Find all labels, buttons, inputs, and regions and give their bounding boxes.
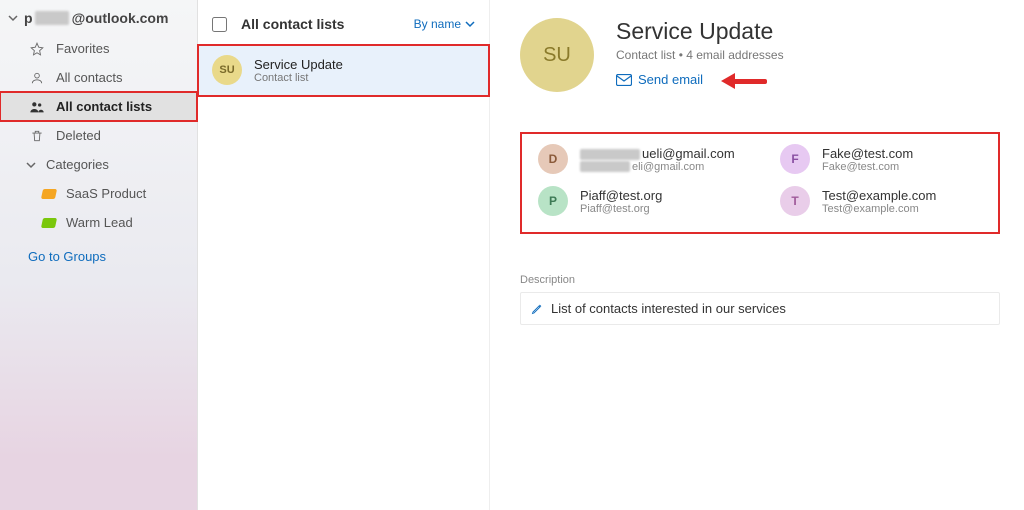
avatar: P — [538, 186, 568, 216]
category-label: SaaS Product — [66, 186, 146, 201]
chevron-down-icon — [22, 160, 40, 170]
deleted-label: Deleted — [56, 128, 101, 143]
category-swatch — [41, 218, 57, 228]
send-email-link[interactable]: Send email — [616, 72, 784, 87]
masked-text — [35, 11, 69, 25]
member-name: Fake@test.com — [822, 146, 913, 161]
members-list: D ueli@gmail.com eli@gmail.com F Fake@te… — [520, 132, 1000, 234]
people-icon — [28, 100, 46, 114]
member-row[interactable]: P Piaff@test.org Piaff@test.org — [538, 186, 740, 216]
list-item-name: Service Update — [254, 57, 343, 72]
avatar: F — [780, 144, 810, 174]
description-text: List of contacts interested in our servi… — [551, 301, 786, 316]
detail-title: Service Update — [616, 18, 784, 45]
member-email: Test@example.com — [822, 203, 936, 215]
category-swatch — [41, 189, 57, 199]
list-item-subtitle: Contact list — [254, 72, 343, 84]
trash-icon — [28, 129, 46, 143]
favorites-label: Favorites — [56, 41, 109, 56]
avatar-large: SU — [520, 18, 594, 92]
sidebar-item-all-contact-lists[interactable]: All contact lists — [0, 92, 197, 121]
all-contact-lists-label: All contact lists — [56, 99, 152, 114]
member-row[interactable]: T Test@example.com Test@example.com — [780, 186, 982, 216]
description-field[interactable]: List of contacts interested in our servi… — [520, 292, 1000, 325]
person-icon — [28, 71, 46, 85]
list-header: All contact lists By name — [198, 12, 489, 45]
category-label: Warm Lead — [66, 215, 133, 230]
member-email: Piaff@test.org — [580, 203, 662, 215]
mail-icon — [616, 74, 632, 86]
account-suffix: @outlook.com — [72, 10, 169, 26]
avatar: T — [780, 186, 810, 216]
member-email: Fake@test.com — [822, 161, 913, 173]
member-row[interactable]: D ueli@gmail.com eli@gmail.com — [538, 144, 740, 174]
sidebar-item-favorites[interactable]: Favorites — [0, 34, 197, 63]
categories-label: Categories — [46, 157, 109, 172]
detail-subtitle: Contact list • 4 email addresses — [616, 48, 784, 62]
member-name: Test@example.com — [822, 188, 936, 203]
sidebar-item-category-1[interactable]: Warm Lead — [0, 208, 197, 237]
annotation-arrow — [721, 75, 769, 85]
sidebar-item-deleted[interactable]: Deleted — [0, 121, 197, 150]
select-all-checkbox[interactable] — [212, 17, 227, 32]
description-section: Description List of contacts interested … — [520, 274, 1000, 325]
sort-dropdown[interactable]: By name — [414, 17, 475, 31]
all-contacts-label: All contacts — [56, 70, 122, 85]
chevron-down-icon — [6, 11, 20, 25]
sidebar-item-all-contacts[interactable]: All contacts — [0, 63, 197, 92]
sidebar-item-category-0[interactable]: SaaS Product — [0, 179, 197, 208]
detail-pane: SU Service Update Contact list • 4 email… — [490, 0, 1024, 510]
avatar: SU — [212, 55, 242, 85]
list-title: All contact lists — [241, 16, 414, 32]
sidebar: p @outlook.com Favorites All contacts Al… — [0, 0, 198, 510]
member-name: Piaff@test.org — [580, 188, 662, 203]
go-to-groups-link[interactable]: Go to Groups — [0, 237, 197, 272]
list-item-service-update[interactable]: SU Service Update Contact list — [198, 45, 489, 96]
member-name: ueli@gmail.com — [580, 146, 735, 161]
member-email: eli@gmail.com — [580, 161, 735, 173]
member-row[interactable]: F Fake@test.com Fake@test.com — [780, 144, 982, 174]
pencil-icon — [531, 303, 543, 315]
star-icon — [28, 42, 46, 56]
sidebar-item-categories[interactable]: Categories — [0, 150, 197, 179]
avatar: D — [538, 144, 568, 174]
account-header[interactable]: p @outlook.com — [0, 6, 197, 34]
description-label: Description — [520, 274, 1000, 286]
contact-list-pane: All contact lists By name SU Service Upd… — [198, 0, 490, 510]
